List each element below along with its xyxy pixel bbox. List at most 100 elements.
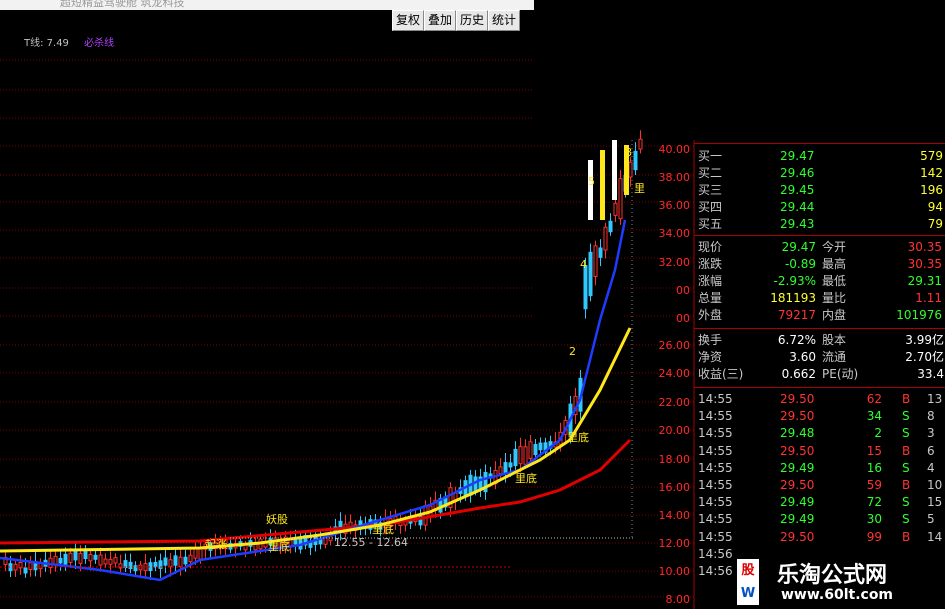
tick-side: B [902, 443, 911, 458]
tick-price: 29.49 [780, 512, 815, 527]
stat-label: 最高 [822, 257, 847, 271]
fundamental-label: 流通 [822, 350, 847, 364]
tick-volume: 34 [866, 409, 882, 424]
tick-price: 29.49 [780, 495, 815, 510]
tick-time: 14:55 [698, 478, 733, 492]
tick-row: 14:55 29.50 15 B 6 [694, 443, 945, 460]
bid-row: 买一 29.47 579 [694, 148, 945, 165]
candle-body [153, 561, 158, 568]
ma-blue-line [0, 219, 627, 582]
stat-label: 量比 [822, 291, 847, 305]
fundamental-label: PE(动) [822, 367, 859, 381]
tick-price: 29.50 [780, 529, 815, 544]
bid-row: 买五 29.43 79 [694, 216, 945, 233]
stat-label: 涨幅 [698, 274, 723, 288]
digit-mark: 8 [625, 146, 632, 159]
candles-layer [3, 130, 643, 580]
tick-time: 14:55 [698, 409, 733, 424]
candle-body [608, 220, 613, 233]
candle-body [518, 446, 523, 465]
tick-count: 6 [927, 443, 935, 458]
signal-tag: 里底 [372, 522, 394, 536]
y-axis-label: 10.00 [659, 565, 691, 578]
candle-body [193, 548, 198, 559]
tick-volume: 62 [866, 392, 882, 406]
stat-row: 涨跌 -0.89 最高 30.35 [694, 256, 945, 273]
y-axis-label: 34.00 [659, 227, 691, 240]
watermark: 股 W 乐淘公式网 www.60lt.com [735, 557, 945, 609]
price-axis: 40.00 38.00 36.00 34.00 32.00 00 00 26.00 24.00 2… [659, 143, 691, 606]
stat-label: 最低 [822, 274, 847, 288]
bid-row: 买四 29.44 94 [694, 199, 945, 216]
candle-body [68, 552, 73, 563]
candle-body [633, 150, 638, 171]
candle-body [103, 558, 108, 565]
candle-body [603, 226, 608, 251]
tick-count: 8 [927, 409, 935, 424]
stat-value: -0.89 [784, 257, 816, 271]
signal-tag: 妖股 [266, 512, 288, 526]
divider [694, 143, 945, 144]
digit-mark: 2 [569, 345, 576, 358]
tick-volume: 30 [866, 512, 882, 527]
tick-price: 29.50 [780, 392, 815, 406]
stat-value: -2.93% [773, 274, 816, 288]
tick-side: B [902, 392, 911, 406]
candle-body [638, 138, 643, 150]
y-axis-label: 00 [676, 312, 690, 325]
tick-volume: 2 [874, 426, 882, 441]
moving-averages-layer [0, 140, 634, 582]
y-axis-label: 12.00 [659, 537, 691, 550]
tick-side: B [902, 529, 911, 544]
range-label: 12.55 - 12.64 [334, 536, 408, 549]
candle-body [88, 553, 93, 562]
candle-body [168, 559, 173, 568]
logo-char-top: 股 [741, 563, 755, 578]
logo-char-bottom: W [740, 586, 756, 601]
fundamental-label: 收益(三) [698, 367, 744, 381]
y-axis-label: 8.00 [666, 593, 691, 606]
tick-row: 14:55 29.50 34 S 8 [694, 408, 945, 425]
candle-body [23, 567, 28, 574]
bid-price: 29.43 [780, 217, 815, 231]
tick-count: 15 [927, 495, 943, 510]
stat-value: 29.31 [907, 274, 942, 288]
stat-value: 30.35 [907, 240, 942, 254]
tick-count: 14 [927, 529, 943, 544]
tick-count: 3 [927, 426, 935, 441]
watermark-brand: 乐淘公式网 [777, 563, 888, 588]
tick-time: 14:55 [698, 460, 733, 475]
tick-volume: 15 [866, 443, 882, 458]
stat-label: 涨跌 [698, 257, 723, 271]
fundamental-row: 换手 6.72% 股本 3.99亿 [694, 332, 945, 349]
y-axis-label: 38.00 [659, 171, 691, 184]
fundamental-value: 3.99亿 [905, 333, 944, 347]
signal-tags-layer: 12.55 - 12.64妖股起涨 里底里底里底里底里8542 [205, 146, 645, 553]
tick-count: 5 [927, 512, 935, 527]
y-axis-label: 00 [676, 284, 690, 297]
tick-row: 14:55 29.50 62 B 13 [694, 391, 945, 408]
tick-time: 14:55 [698, 495, 733, 510]
tick-row: 14:55 29.48 2 S 3 [694, 425, 945, 442]
y-axis-label: 18.00 [659, 453, 691, 466]
bid-label: 买四 [698, 200, 723, 214]
bid-price: 29.45 [780, 183, 815, 197]
candle-body [598, 247, 603, 258]
candle-body [183, 556, 188, 565]
y-axis-label: 40.00 [659, 143, 691, 156]
candle-body [600, 150, 605, 220]
bid-price: 29.47 [780, 149, 815, 163]
tick-side: S [902, 460, 910, 475]
candle-body [128, 561, 133, 569]
tick-side: S [902, 409, 910, 424]
tick-side: S [902, 495, 910, 510]
fundamental-value: 33.4 [917, 367, 944, 381]
tick-count: 10 [927, 478, 943, 492]
candle-body [93, 554, 98, 560]
tick-time: 14:55 [698, 443, 733, 458]
fundamental-value: 2.70亿 [905, 350, 944, 364]
fundamental-label: 净资 [698, 350, 723, 364]
candle-body [498, 466, 503, 475]
tick-count: 4 [927, 460, 935, 475]
fundamental-row: 净资 3.60 流通 2.70亿 [694, 349, 945, 366]
